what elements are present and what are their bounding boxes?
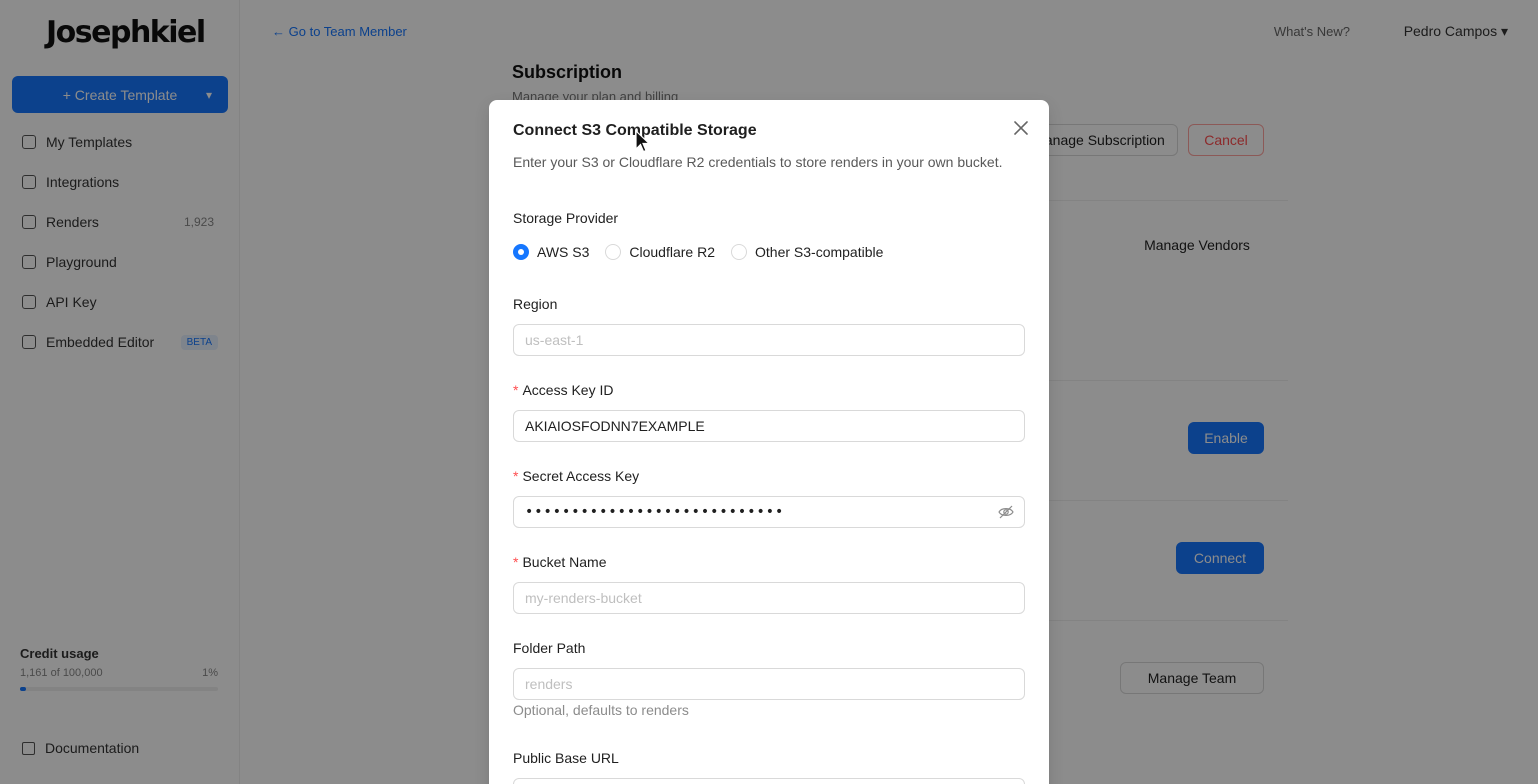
required-marker: * [513,382,519,398]
bucket-name-label-text: Bucket Name [522,554,607,570]
public-base-url-input[interactable] [513,778,1025,784]
radio-label: Cloudflare R2 [629,244,715,260]
radio-label: Other S3-compatible [755,244,884,260]
provider-radio-aws-s3[interactable]: AWS S3 [513,244,589,260]
close-icon[interactable] [1011,118,1031,138]
secret-key-label-text: Secret Access Key [522,468,640,484]
provider-radio-other[interactable]: Other S3-compatible [731,244,883,260]
radio-dot [605,244,622,260]
radio-dot [513,244,529,260]
public-base-url-label: Public Base URL [513,750,619,766]
required-marker: * [513,468,519,484]
bucket-name-label: * Bucket Name [513,554,607,570]
radio-dot [731,244,747,260]
eye-invisible-icon[interactable] [998,505,1014,519]
radio-label: AWS S3 [537,244,590,260]
mouse-cursor-icon [635,130,651,153]
storage-provider-radio-group: AWS S3 Cloudflare R2 Other S3-compatible [513,244,899,260]
provider-radio-cloudflare-r2[interactable]: Cloudflare R2 [605,244,715,260]
folder-path-help: Optional, defaults to renders [513,702,689,718]
secret-key-field [513,496,1025,528]
storage-provider-label: Storage Provider [513,210,619,226]
access-key-input[interactable] [513,410,1025,442]
required-marker: * [513,554,519,570]
folder-path-label: Folder Path [513,640,586,656]
access-key-label-text: Access Key ID [522,382,614,398]
folder-path-input[interactable] [513,668,1025,700]
connect-storage-modal: Connect S3 Compatible Storage Enter your… [489,100,1049,784]
secret-key-label: * Secret Access Key [513,468,639,484]
access-key-label: * Access Key ID [513,382,613,398]
secret-key-input[interactable] [514,497,984,527]
region-input[interactable] [513,324,1025,356]
modal-description: Enter your S3 or Cloudflare R2 credentia… [513,154,1003,170]
region-label: Region [513,296,558,312]
bucket-name-input[interactable] [513,582,1025,614]
